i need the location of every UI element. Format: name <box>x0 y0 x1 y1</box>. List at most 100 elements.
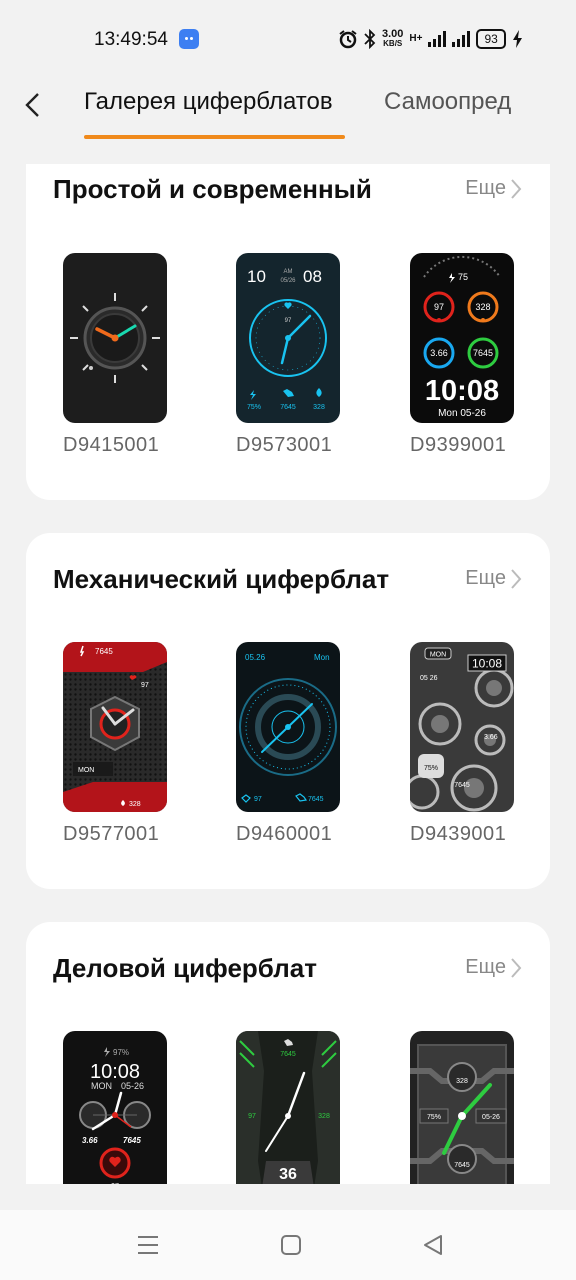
face-date: Mon 05-26 <box>438 408 486 419</box>
more-link[interactable]: Еще <box>465 567 522 590</box>
watch-face-id: D9460001 <box>236 823 333 845</box>
signal-2-icon <box>452 31 471 47</box>
back-arrow-icon[interactable] <box>20 90 50 120</box>
battery-level: 93 <box>476 29 506 49</box>
face-time: 10:08 <box>90 1061 140 1083</box>
watch-face-business-3[interactable]: 328 7645 75% 05-26 <box>410 1031 514 1184</box>
more-label: Еще <box>465 567 506 589</box>
face-stat-1: 75% <box>247 404 261 411</box>
network-speed: 3.00 KB/S <box>382 29 403 49</box>
signal-1-icon <box>428 31 447 47</box>
face-day: Mon <box>314 653 330 662</box>
android-notification-icon <box>179 29 199 49</box>
watch-face-graphic <box>70 293 160 383</box>
face-day: MON <box>430 652 446 659</box>
face-date: 05-26 <box>482 1114 500 1121</box>
chevron-right-icon <box>511 178 522 199</box>
header: Галерея циферблатов Самоопред <box>0 78 576 164</box>
watch-face-id: D9415001 <box>63 434 160 456</box>
face-time: 10:08 <box>425 375 499 407</box>
face-stat-2: 7645 <box>280 404 296 411</box>
section-title: Простой и современный <box>53 174 372 204</box>
watch-face-graphic: 05.26 Mon 97 7645 <box>239 653 337 803</box>
face-kcal: 328 <box>456 1078 468 1085</box>
watch-face-D9573001[interactable]: 10 08 AM 05/26 97 75% 7645 328 <box>236 253 340 423</box>
status-time: 13:49:54 <box>94 29 168 50</box>
face-ampm: AM <box>284 269 293 275</box>
face-stat-3: 328 <box>313 404 325 411</box>
section-card-simple-modern: Простой и современный Еще D9415001 10 08… <box>26 164 550 500</box>
face-day: MON <box>91 1081 112 1091</box>
watch-face-D9415001[interactable] <box>63 253 167 423</box>
watch-face-graphic: MON 10:08 05 26 3.66 75% 7645 <box>410 647 514 812</box>
face-time: 10:08 <box>472 657 502 671</box>
face-steps: 7645 <box>454 1162 470 1169</box>
face-steps: 7645 <box>123 1136 141 1145</box>
face-steps: 7645 <box>308 796 324 803</box>
face-kcal: 328 <box>129 801 141 808</box>
section-card-mechanical: Механический циферблат Еще 7645 97 MON 3… <box>26 533 550 889</box>
face-hr: 97 <box>111 1183 119 1184</box>
watch-face-graphic: 10 08 AM 05/26 97 75% 7645 328 <box>247 267 327 411</box>
face-date: 05/26 <box>280 278 296 284</box>
back-triangle-icon[interactable] <box>422 1233 444 1257</box>
watch-face-D9577001[interactable]: 7645 97 MON 328 <box>63 642 167 812</box>
more-label: Еще <box>465 956 506 978</box>
face-battery: 75 <box>458 272 468 282</box>
face-day: MON <box>78 767 94 774</box>
chevron-right-icon <box>511 957 522 978</box>
watch-face-D9460001[interactable]: 05.26 Mon 97 7645 <box>236 642 340 812</box>
section-title: Механический циферблат <box>53 564 390 594</box>
face-dist: 3.66 <box>430 348 448 358</box>
face-hr: 97 <box>254 796 262 803</box>
watch-face-D9439001[interactable]: MON 10:08 05 26 3.66 75% 7645 <box>410 642 514 812</box>
face-kcal: 328 <box>318 1113 330 1120</box>
network-type: H+ <box>409 33 423 44</box>
active-tab-indicator <box>84 135 345 139</box>
face-pct: 75% <box>424 765 438 772</box>
face-date: 05 26 <box>420 675 438 682</box>
watch-face-graphic: 328 7645 75% 05-26 <box>410 1044 514 1184</box>
face-date: 05-26 <box>121 1081 144 1091</box>
chevron-right-icon <box>511 568 522 589</box>
speed-value: 3.00 <box>382 28 404 40</box>
watch-face-graphic: 97% 10:08 MON 05-26 3.66 7645 97 <box>79 1047 151 1184</box>
face-battery: 97% <box>113 1048 129 1057</box>
face-hr: 97 <box>141 682 149 689</box>
face-steps: 7645 <box>95 647 113 656</box>
face-number: 36 <box>279 1166 297 1183</box>
speed-unit: KB/S <box>383 39 403 48</box>
watch-face-graphic: 7645 97 328 36 <box>236 1031 340 1184</box>
watch-face-graphic: 7645 97 MON 328 <box>63 642 167 812</box>
face-dist: 3.66 <box>82 1136 98 1145</box>
face-pct: 75% <box>427 1114 441 1121</box>
face-hr: 97 <box>248 1113 256 1120</box>
more-link[interactable]: Еще <box>465 177 522 200</box>
charging-icon <box>512 30 522 48</box>
face-steps: 7645 <box>473 348 493 358</box>
face-kcal: 328 <box>475 302 490 312</box>
status-bar: 13:49:54 3.00 KB/S H+ 93 <box>0 0 576 78</box>
more-label: Еще <box>465 177 506 199</box>
face-hr: 97 <box>434 302 444 312</box>
bluetooth-icon <box>364 29 376 49</box>
home-icon[interactable] <box>280 1234 302 1256</box>
tab-custom[interactable]: Самоопред <box>384 88 512 116</box>
watch-face-business-1[interactable]: 97% 10:08 MON 05-26 3.66 7645 97 <box>63 1031 167 1184</box>
watch-face-id: D9439001 <box>410 823 507 845</box>
face-steps: 7645 <box>280 1051 296 1058</box>
menu-icon[interactable] <box>136 1234 160 1256</box>
face-minute: 08 <box>303 267 322 286</box>
watch-face-D9399001[interactable]: 75 97 328 3.66 7645 10:08 Mon 05-26 <box>410 253 514 423</box>
watch-face-graphic: 75 97 328 3.66 7645 10:08 Mon 05-26 <box>423 255 501 419</box>
tab-gallery[interactable]: Галерея циферблатов <box>84 88 333 116</box>
more-link[interactable]: Еще <box>465 956 522 979</box>
section-card-business: Деловой циферблат Еще 97% 10:08 MON 05-2… <box>26 922 550 1184</box>
watch-face-id: D9577001 <box>63 823 160 845</box>
face-hour: 10 <box>247 267 266 286</box>
alarm-icon <box>339 30 357 49</box>
content-scroll[interactable]: Простой и современный Еще D9415001 10 08… <box>0 164 576 1184</box>
watch-face-business-2[interactable]: 7645 97 328 36 <box>236 1031 340 1184</box>
watch-face-id: D9399001 <box>410 434 507 456</box>
face-hr: 97 <box>285 318 292 324</box>
